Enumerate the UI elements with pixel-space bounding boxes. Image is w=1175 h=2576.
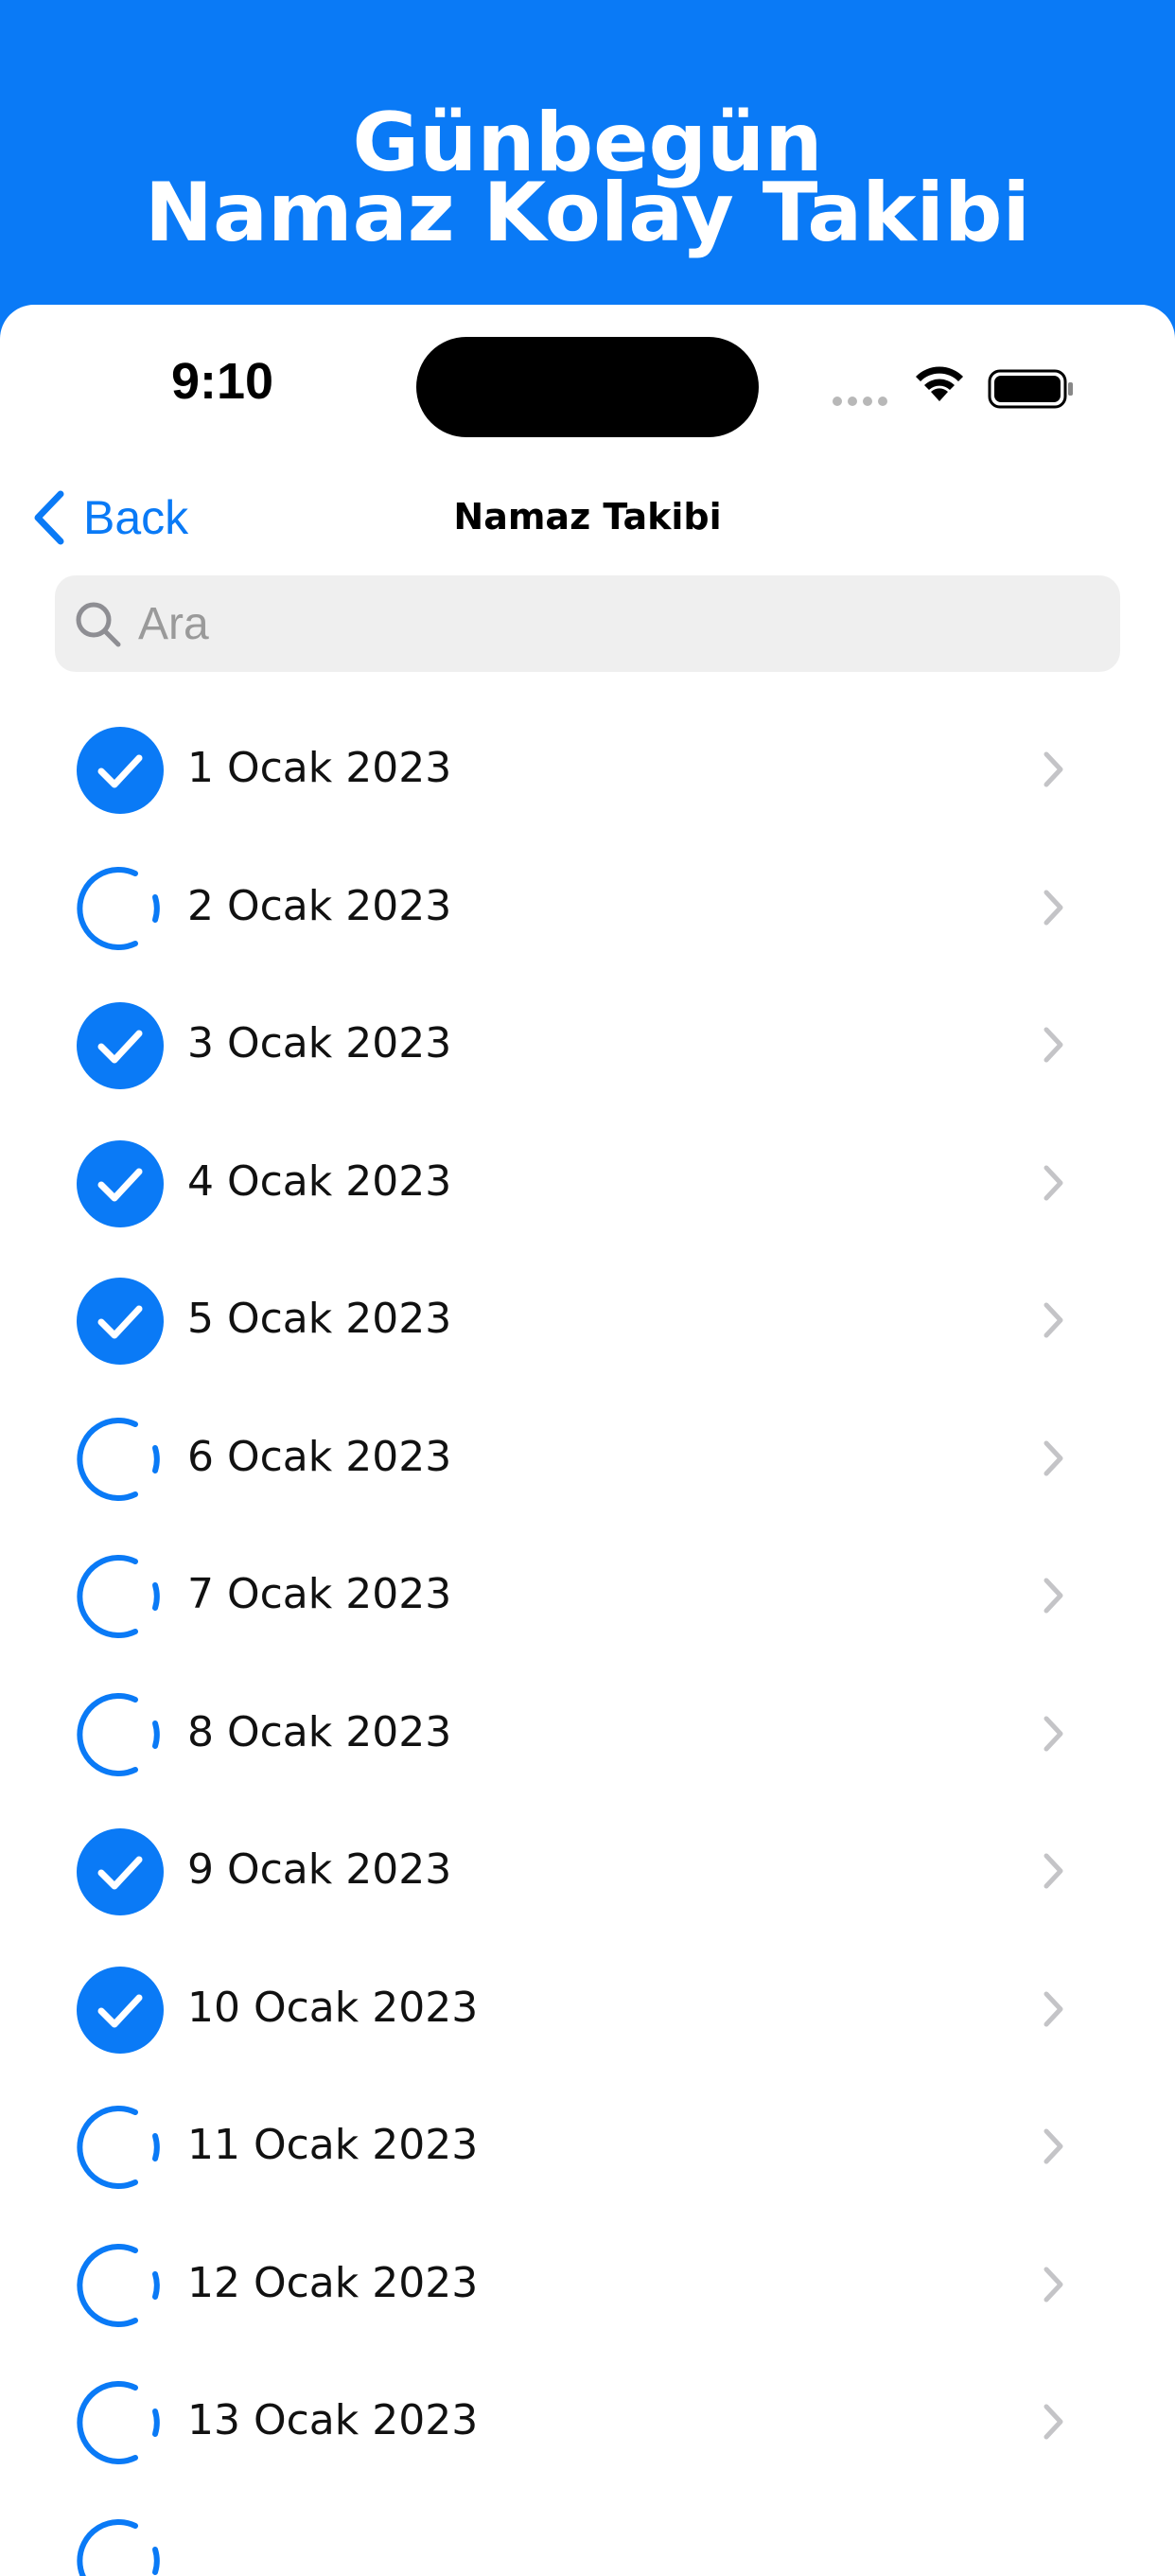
day-label: 12 Ocak 2023	[187, 2259, 478, 2307]
cellular-signal-icon	[833, 392, 893, 410]
day-row[interactable]: 1 Ocak 2023	[0, 700, 1175, 838]
search-bar[interactable]	[55, 575, 1120, 672]
partial-progress-circle-icon	[76, 864, 165, 953]
day-label: 2 Ocak 2023	[187, 882, 451, 930]
search-icon	[74, 600, 123, 649]
day-label: 8 Ocak 2023	[187, 1708, 451, 1756]
day-label: 7 Ocak 2023	[187, 1570, 451, 1618]
day-label: 5 Ocak 2023	[187, 1295, 451, 1343]
chevron-right-icon	[1039, 750, 1067, 789]
day-label: 6 Ocak 2023	[187, 1433, 451, 1481]
day-label: 11 Ocak 2023	[187, 2121, 478, 2169]
chevron-right-icon	[1039, 1438, 1067, 1478]
day-label: 10 Ocak 2023	[187, 1984, 478, 2032]
wifi-icon	[912, 362, 967, 403]
day-list: 1 Ocak 2023 2 Ocak 2023 3 Ocak 2023 4 Ocak …	[0, 700, 1175, 2576]
checkmark-circle-icon	[76, 1139, 165, 1228]
battery-icon	[988, 369, 1075, 409]
chevron-right-icon	[1039, 1576, 1067, 1615]
checkmark-circle-icon	[76, 1001, 165, 1090]
chevron-right-icon	[1039, 2265, 1067, 2304]
day-row[interactable]: 9 Ocak 2023	[0, 1802, 1175, 1940]
day-label: 13 Ocak 2023	[187, 2396, 478, 2444]
day-row[interactable]: 13 Ocak 2023	[0, 2353, 1175, 2491]
chevron-right-icon	[1039, 1025, 1067, 1065]
chevron-right-icon	[1039, 2402, 1067, 2442]
day-label: 4 Ocak 2023	[187, 1157, 451, 1206]
day-label: 3 Ocak 2023	[187, 1019, 451, 1067]
day-row[interactable]: 4 Ocak 2023	[0, 1114, 1175, 1252]
search-input[interactable]	[138, 592, 1094, 655]
partial-progress-circle-icon	[76, 1690, 165, 1779]
chevron-right-icon	[1039, 1714, 1067, 1754]
checkmark-circle-icon	[76, 1277, 165, 1366]
chevron-right-icon	[1039, 1300, 1067, 1340]
day-row[interactable]: 7 Ocak 2023	[0, 1526, 1175, 1665]
day-row[interactable]: 5 Ocak 2023	[0, 1251, 1175, 1389]
promo-banner: Günbegün Namaz Kolay Takibi	[0, 0, 1175, 312]
day-label: 9 Ocak 2023	[187, 1845, 451, 1894]
day-row[interactable]	[0, 2491, 1175, 2576]
day-row[interactable]: 6 Ocak 2023	[0, 1389, 1175, 1527]
partial-progress-circle-icon	[76, 1415, 165, 1504]
partial-progress-circle-icon	[76, 2241, 165, 2330]
day-row[interactable]: 11 Ocak 2023	[0, 2077, 1175, 2215]
checkmark-circle-icon	[76, 726, 165, 815]
partial-progress-circle-icon	[76, 2378, 165, 2467]
dynamic-island	[416, 337, 759, 437]
page-title: Namaz Takibi	[0, 496, 1175, 538]
partial-progress-circle-icon	[76, 2516, 165, 2576]
promo-title-line-2: Namaz Kolay Takibi	[0, 170, 1175, 256]
checkmark-circle-icon	[76, 1827, 165, 1916]
day-row[interactable]: 10 Ocak 2023	[0, 1940, 1175, 2078]
day-row[interactable]: 2 Ocak 2023	[0, 838, 1175, 977]
day-label: 1 Ocak 2023	[187, 744, 451, 792]
phone-screen: 9:10 Back Namaz Takibi 1 Ocak 20232 Ocak…	[0, 305, 1175, 2576]
chevron-right-icon	[1039, 1851, 1067, 1891]
partial-progress-circle-icon	[76, 2103, 165, 2192]
partial-progress-circle-icon	[76, 1552, 165, 1641]
chevron-right-icon	[1039, 2126, 1067, 2166]
checkmark-circle-icon	[76, 1966, 165, 2055]
day-row[interactable]: 8 Ocak 2023	[0, 1665, 1175, 1803]
chevron-right-icon	[1039, 1989, 1067, 2029]
status-time: 9:10	[114, 352, 331, 411]
day-row[interactable]: 3 Ocak 2023	[0, 976, 1175, 1114]
chevron-right-icon	[1039, 888, 1067, 927]
chevron-right-icon	[1039, 1163, 1067, 1203]
day-row[interactable]: 12 Ocak 2023	[0, 2215, 1175, 2354]
